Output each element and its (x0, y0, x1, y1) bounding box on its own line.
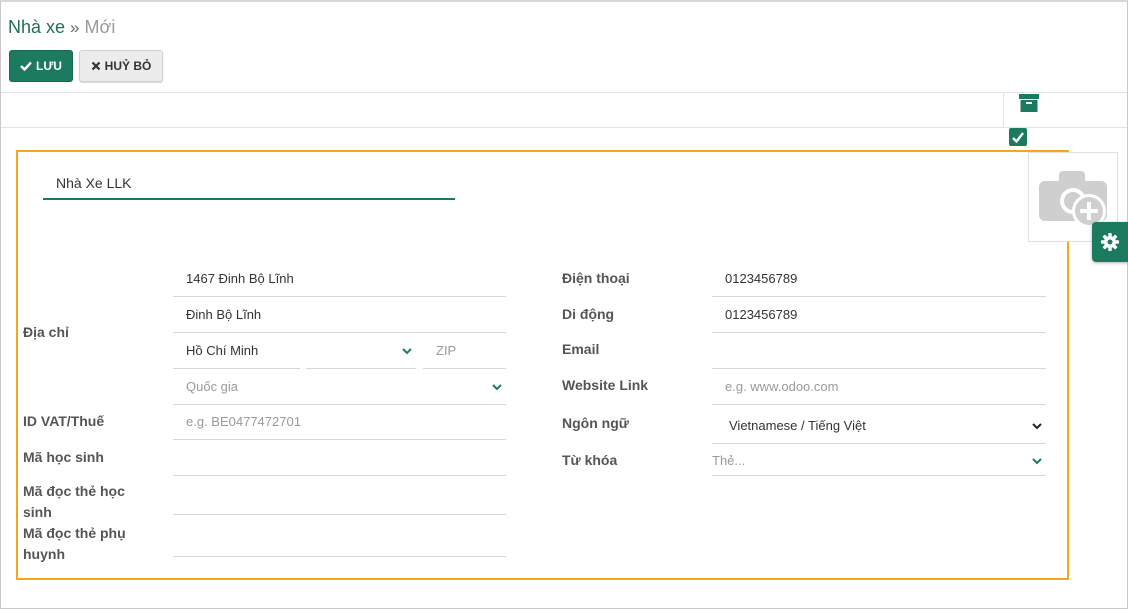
student-card-input[interactable] (173, 479, 506, 515)
language-label: Ngôn ngữ (562, 415, 629, 431)
website-input[interactable]: e.g. www.odoo.com (712, 369, 1046, 405)
zip-input[interactable]: ZIP (423, 333, 506, 369)
email-input[interactable] (712, 333, 1046, 369)
street-input[interactable]: 1467 Đinh Bộ Lĩnh (173, 261, 506, 297)
discard-button-label: HUỶ BỎ (104, 59, 152, 73)
x-icon (91, 61, 100, 71)
breadcrumb-separator: » (70, 17, 80, 37)
phone-input[interactable]: 0123456789 (712, 261, 1046, 297)
breadcrumb-current: Mới (84, 17, 116, 37)
settings-tab[interactable] (1092, 222, 1128, 262)
language-select[interactable]: Vietnamese / Tiếng Việt (712, 408, 1046, 444)
save-button-label: LƯU (36, 59, 62, 73)
button-box-divider (1003, 92, 1004, 128)
language-value: Vietnamese / Tiếng Việt (729, 418, 866, 433)
archive-box-icon[interactable] (1018, 93, 1040, 113)
student-code-label: Mã học sinh (23, 449, 104, 465)
tags-placeholder: Thẻ... (712, 453, 746, 468)
phone-label: Điện thoại (562, 270, 630, 286)
website-label: Website Link (562, 377, 649, 393)
vat-label: ID VAT/Thuế (23, 413, 105, 429)
breadcrumb: Nhà xe » Mới (8, 17, 115, 38)
check-icon (20, 61, 32, 71)
chevron-down-icon (1032, 422, 1042, 429)
tags-input[interactable]: Thẻ... (712, 446, 1046, 476)
street2-input[interactable]: Đinh Bộ Lĩnh (173, 297, 506, 333)
breadcrumb-parent-link[interactable]: Nhà xe (8, 17, 65, 38)
statusbar-divider (1, 127, 1127, 128)
tags-label: Từ khóa (562, 452, 618, 468)
chevron-down-icon (1032, 457, 1042, 464)
chevron-down-icon (492, 383, 502, 390)
chevron-down-icon (402, 347, 412, 354)
city-input[interactable]: Hồ Chí Minh (173, 333, 300, 369)
address-label: Địa chỉ (23, 324, 69, 340)
toolbar-divider (1, 92, 1127, 93)
student-code-input[interactable] (173, 440, 506, 476)
parent-card-input[interactable] (173, 521, 506, 557)
name-input[interactable]: Nhà Xe LLK (43, 165, 455, 200)
vat-input[interactable]: e.g. BE0477472701 (173, 404, 506, 440)
mobile-label: Di động (562, 306, 615, 322)
checkbox-checked-icon[interactable] (1009, 128, 1027, 146)
gear-icon (1101, 233, 1119, 251)
mobile-input[interactable]: 0123456789 (712, 297, 1046, 333)
discard-button[interactable]: HUỶ BỎ (79, 50, 163, 82)
email-label: Email (562, 341, 600, 357)
country-placeholder: Quốc gia (186, 379, 239, 394)
student-card-label: Mã đọc thẻ học sinh (23, 483, 125, 520)
state-select[interactable] (306, 333, 416, 369)
save-button[interactable]: LƯU (9, 50, 73, 82)
country-select[interactable]: Quốc gia (173, 369, 506, 405)
parent-card-label: Mã đọc thẻ phụ huynh (23, 525, 126, 562)
